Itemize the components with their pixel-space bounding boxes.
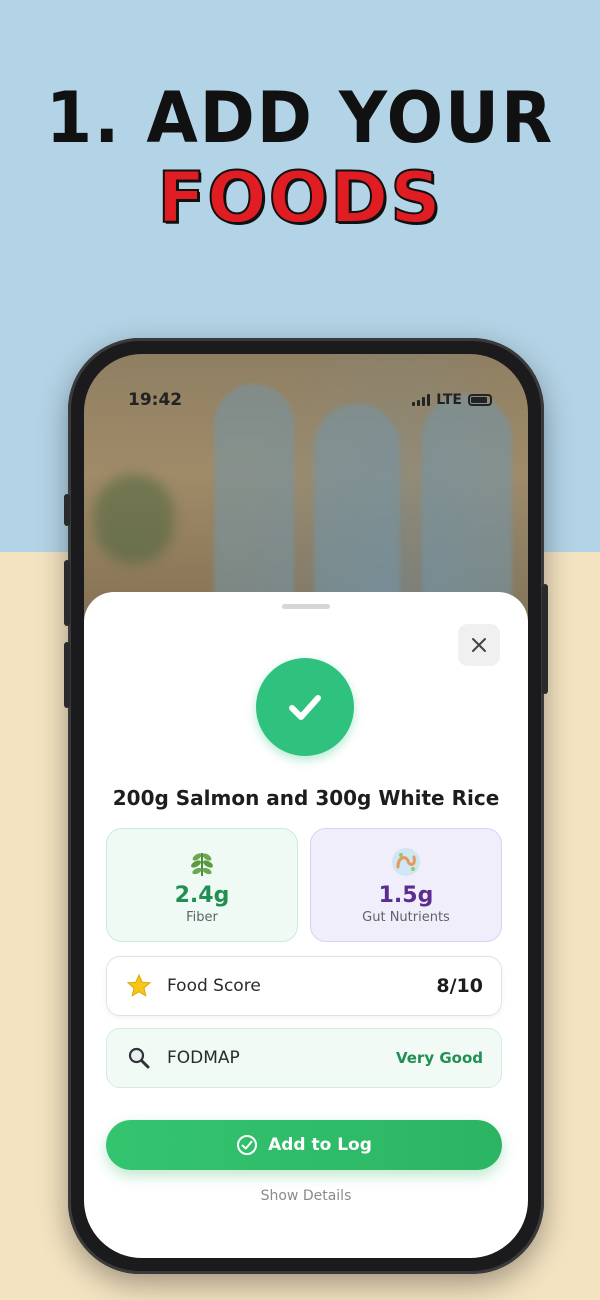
gut-icon: [389, 845, 423, 879]
headline: 1. ADD YOUR FOODS: [0, 77, 600, 239]
food-score-row: Food Score 8/10: [106, 956, 502, 1016]
leaf-icon: [185, 845, 219, 879]
fodmap-label: FODMAP: [167, 1048, 240, 1068]
magnifier-icon: [125, 1044, 153, 1072]
gut-nutrients-label: Gut Nutrients: [362, 910, 450, 925]
fodmap-value: Very Good: [395, 1049, 483, 1067]
headline-line-1: 1. ADD YOUR: [45, 77, 555, 159]
close-button[interactable]: [458, 624, 500, 666]
sheet-handle[interactable]: [282, 604, 330, 609]
status-time: 19:42: [128, 390, 183, 410]
fiber-value: 2.4g: [174, 883, 230, 908]
background-window: [314, 404, 400, 624]
status-indicators: LTE: [412, 392, 492, 408]
food-score-value: 8/10: [436, 975, 483, 997]
fiber-card: 2.4g Fiber: [106, 828, 298, 942]
background-window: [422, 394, 512, 624]
add-to-log-button[interactable]: Add to Log: [106, 1120, 502, 1170]
food-result-sheet: 200g Salmon and 300g White Rice 2.4g Fib…: [84, 592, 528, 1258]
add-to-log-label: Add to Log: [268, 1135, 372, 1155]
background-window: [214, 384, 294, 604]
headline-line-2: FOODS: [156, 157, 443, 239]
phone-power-button: [542, 584, 548, 694]
phone-side-button: [64, 494, 70, 526]
phone-frame: 19:42 LTE 200g Salmon and 300g White Ric…: [64, 338, 548, 1274]
gut-nutrients-value: 1.5g: [378, 883, 434, 908]
status-bar: 19:42 LTE: [84, 390, 528, 414]
battery-icon: [468, 394, 492, 406]
food-score-label: Food Score: [167, 976, 261, 996]
network-label: LTE: [436, 392, 462, 408]
meal-title: 200g Salmon and 300g White Rice: [112, 786, 500, 810]
fodmap-row: FODMAP Very Good: [106, 1028, 502, 1088]
phone-volume-up-button: [64, 560, 70, 626]
background-plant: [94, 474, 174, 564]
gut-nutrients-card: 1.5g Gut Nutrients: [310, 828, 502, 942]
phone-volume-down-button: [64, 642, 70, 708]
check-outline-icon: [237, 1135, 258, 1155]
show-details-link[interactable]: Show Details: [84, 1188, 528, 1204]
phone-screen: 19:42 LTE 200g Salmon and 300g White Ric…: [84, 354, 528, 1258]
signal-icon: [412, 394, 431, 406]
check-circle-icon: [256, 658, 354, 756]
star-icon: [125, 972, 153, 1000]
close-icon: [472, 638, 486, 652]
fiber-label: Fiber: [186, 910, 218, 925]
